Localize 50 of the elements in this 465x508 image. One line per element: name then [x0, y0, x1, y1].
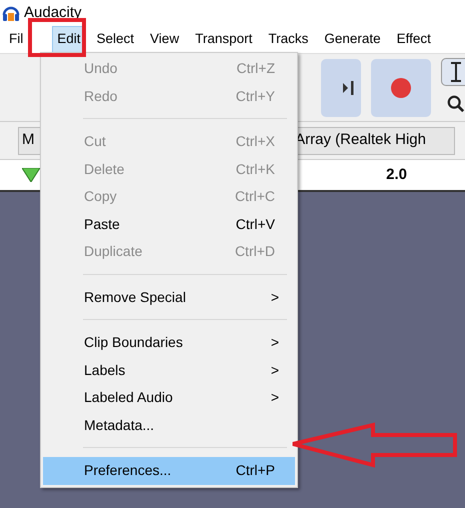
entry-label: Undo [84, 59, 118, 78]
shortcut-text: Ctrl+K [236, 160, 275, 179]
entry-label: Duplicate [84, 242, 142, 262]
menu-item[interactable]: Effect [392, 26, 436, 53]
shortcut-text: Ctrl+X [236, 132, 275, 152]
menu-entry[interactable]: Paste Ctrl+V [43, 210, 295, 238]
skip-to-end-button[interactable] [321, 58, 361, 116]
shortcut-text: Ctrl+Y [236, 86, 275, 106]
window-title: Audacity [24, 2, 82, 23]
i-beam-icon [449, 60, 463, 82]
entry-label: Remove Special [84, 288, 186, 307]
menu-entry[interactable]: Labeled Audio > [43, 384, 295, 412]
entry-label: Clip Boundaries [84, 333, 183, 352]
menu-item[interactable]: Transport [190, 26, 258, 53]
menu-item[interactable]: Tracks [263, 26, 314, 53]
shortcut-text: Ctrl+Z [236, 59, 275, 78]
submenu-arrow: > [270, 360, 279, 380]
shortcut-text: Ctrl+V [236, 214, 275, 234]
entry-label: Metadata... [84, 416, 154, 435]
menu-entry[interactable]: Labels > [43, 356, 295, 384]
shortcut-text: Ctrl+D [234, 242, 275, 262]
device-text: M [22, 130, 34, 150]
menu-entry[interactable]: Remove Special > [43, 284, 295, 311]
submenu-arrow: > [270, 333, 279, 352]
menu-entry[interactable]: Preferences... Ctrl+P [43, 457, 295, 484]
menu-item[interactable]: Select [92, 26, 140, 53]
entry-label: Preferences... [84, 461, 172, 480]
menu-entry[interactable]: Metadata... [43, 412, 295, 439]
selection-tool[interactable] [441, 58, 465, 86]
entry-label: Labels [84, 360, 126, 380]
submenu-arrow: > [270, 288, 279, 307]
play-head-icon [22, 168, 40, 182]
time-label: 2.0 [386, 164, 407, 185]
record-icon [390, 76, 412, 98]
menu-entry[interactable]: Clip Boundaries > [43, 329, 295, 356]
menu-item[interactable]: Fil [4, 26, 28, 53]
entry-label: Paste [84, 214, 120, 234]
menu-item[interactable]: View [145, 26, 184, 53]
entry-label: Redo [84, 86, 118, 106]
shortcut-text: Ctrl+P [236, 461, 275, 480]
entry-label: Labeled Audio [84, 388, 173, 408]
shortcut-text: Ctrl+C [234, 187, 275, 206]
zoom-icon [447, 94, 465, 114]
submenu-arrow: > [270, 388, 279, 408]
menu-item[interactable]: Generate [319, 26, 386, 53]
entry-label: Delete [84, 160, 124, 179]
record-button[interactable] [371, 58, 431, 116]
entry-label: Cut [84, 132, 106, 152]
entry-label: Copy [84, 187, 117, 206]
headphones-icon [2, 4, 20, 22]
